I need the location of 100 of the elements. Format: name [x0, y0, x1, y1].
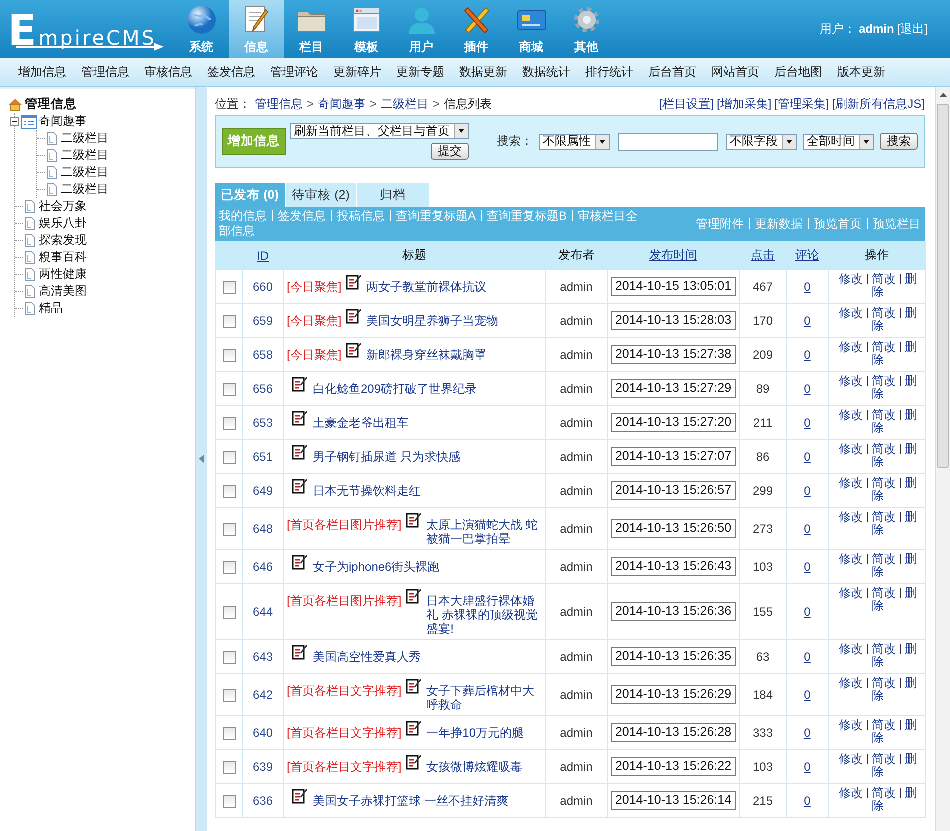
- nav-tab[interactable]: 商城: [504, 0, 559, 58]
- nav-tab[interactable]: 用户: [394, 0, 449, 58]
- field-select[interactable]: 不限字段: [726, 134, 797, 150]
- tree-item[interactable]: 探索发现: [39, 232, 87, 249]
- attribute-select[interactable]: 不限属性: [539, 134, 610, 150]
- menu-link[interactable]: 网站首页: [704, 64, 767, 80]
- menu-link[interactable]: 版本更新: [830, 64, 893, 80]
- search-button[interactable]: 搜索: [880, 133, 918, 150]
- title-link[interactable]: 日本大肆盛行裸体婚礼 赤裸裸的顶级视觉盛宴!: [426, 594, 542, 636]
- comments-link[interactable]: 0: [804, 604, 811, 618]
- menu-link[interactable]: 更新碎片: [326, 64, 389, 80]
- comments-link[interactable]: 0: [804, 650, 811, 664]
- tree-item[interactable]: 二级栏目: [61, 130, 109, 147]
- title-link[interactable]: 两女子教堂前裸体抗议: [366, 280, 542, 294]
- tab[interactable]: 待审核 (2): [286, 183, 357, 207]
- time-field[interactable]: 2014-10-13 15:26:43: [611, 557, 736, 576]
- row-checkbox[interactable]: [222, 760, 236, 774]
- top-link[interactable]: [刷新所有信息JS]: [832, 96, 925, 110]
- title-link[interactable]: 女孩微博炫耀吸毒: [426, 760, 542, 774]
- refresh-select[interactable]: 刷新当前栏目、父栏目与首页: [290, 123, 469, 139]
- column-header-link[interactable]: 发布时间: [650, 248, 698, 262]
- row-checkbox[interactable]: [222, 484, 236, 498]
- row-checkbox[interactable]: [222, 348, 236, 362]
- tree-item[interactable]: 糗事百科: [39, 249, 87, 266]
- menu-link[interactable]: 更新专题: [389, 64, 452, 80]
- menu-link[interactable]: 签发信息: [200, 64, 263, 80]
- title-link[interactable]: 太原上演猫蛇大战 蛇被猫一巴掌拍晕: [426, 518, 542, 546]
- menu-link[interactable]: 后台首页: [641, 64, 704, 80]
- tree-item[interactable]: 高清美图: [39, 283, 87, 300]
- comments-link[interactable]: 0: [804, 726, 811, 740]
- column-header-link[interactable]: ID: [257, 248, 269, 262]
- tree-item[interactable]: 奇闻趣事: [39, 113, 87, 130]
- row-checkbox[interactable]: [222, 450, 236, 464]
- time-field[interactable]: 2014-10-15 13:05:01: [611, 277, 736, 296]
- time-field[interactable]: 2014-10-13 15:26:50: [611, 519, 736, 538]
- time-field[interactable]: 2014-10-13 15:26:35: [611, 647, 736, 666]
- row-checkbox[interactable]: [222, 560, 236, 574]
- time-field[interactable]: 2014-10-13 15:27:20: [611, 413, 736, 432]
- comments-link[interactable]: 0: [804, 794, 811, 808]
- row-checkbox[interactable]: [222, 794, 236, 808]
- time-field[interactable]: 2014-10-13 15:26:36: [611, 602, 736, 621]
- row-checkbox[interactable]: [222, 688, 236, 702]
- menu-link[interactable]: 增加信息: [11, 64, 74, 80]
- breadcrumb-link[interactable]: 奇闻趣事: [318, 96, 366, 110]
- row-checkbox[interactable]: [222, 314, 236, 328]
- tree-item[interactable]: 二级栏目: [61, 164, 109, 181]
- menu-link[interactable]: 数据更新: [452, 64, 515, 80]
- time-field[interactable]: 2014-10-13 15:26:22: [611, 757, 736, 776]
- scrollbar-thumb[interactable]: [937, 104, 949, 468]
- comments-link[interactable]: 0: [804, 760, 811, 774]
- tree-item[interactable]: 精品: [39, 300, 63, 317]
- time-field[interactable]: 2014-10-13 15:27:07: [611, 447, 736, 466]
- time-field[interactable]: 2014-10-13 15:26:29: [611, 685, 736, 704]
- menu-link[interactable]: 后台地图: [767, 64, 830, 80]
- row-checkbox[interactable]: [222, 280, 236, 294]
- menu-link[interactable]: 数据统计: [515, 64, 578, 80]
- comments-link[interactable]: 0: [804, 450, 811, 464]
- row-checkbox[interactable]: [222, 726, 236, 740]
- title-link[interactable]: 一年挣10万元的腿: [426, 726, 542, 740]
- time-field[interactable]: 2014-10-13 15:27:38: [611, 345, 736, 364]
- row-checkbox[interactable]: [222, 522, 236, 536]
- time-field[interactable]: 2014-10-13 15:26:28: [611, 723, 736, 742]
- comments-link[interactable]: 0: [804, 280, 811, 294]
- nav-tab[interactable]: 模板: [339, 0, 394, 58]
- row-checkbox[interactable]: [222, 382, 236, 396]
- nav-tab[interactable]: 其他: [559, 0, 614, 58]
- tree-root[interactable]: 管理信息: [25, 96, 77, 113]
- comments-link[interactable]: 0: [804, 348, 811, 362]
- comments-link[interactable]: 0: [804, 382, 811, 396]
- breadcrumb-link[interactable]: 二级栏目: [381, 96, 430, 110]
- comments-link[interactable]: 0: [804, 416, 811, 430]
- comments-link[interactable]: 0: [804, 688, 811, 702]
- search-field[interactable]: [618, 132, 718, 150]
- comments-link[interactable]: 0: [804, 522, 811, 536]
- menu-link[interactable]: 排行统计: [578, 64, 641, 80]
- time-field[interactable]: 2014-10-13 15:28:03: [611, 311, 736, 330]
- row-checkbox[interactable]: [222, 650, 236, 664]
- top-link[interactable]: [管理采集]: [774, 96, 830, 110]
- comments-link[interactable]: 0: [804, 560, 811, 574]
- tree-item[interactable]: 二级栏目: [61, 147, 109, 164]
- menu-link[interactable]: 管理评论: [263, 64, 326, 80]
- comments-link[interactable]: 0: [804, 314, 811, 328]
- top-link[interactable]: [栏目设置]: [659, 96, 714, 110]
- scroll-up-icon[interactable]: [940, 92, 946, 96]
- tree-item[interactable]: 二级栏目: [61, 181, 109, 198]
- tree-item[interactable]: 娱乐八卦: [39, 215, 87, 232]
- time-field[interactable]: 2014-10-13 15:27:29: [611, 379, 736, 398]
- row-checkbox[interactable]: [222, 416, 236, 430]
- comments-link[interactable]: 0: [804, 484, 811, 498]
- nav-tab[interactable]: 插件: [449, 0, 504, 58]
- menu-link[interactable]: 审核信息: [137, 64, 200, 80]
- time-field[interactable]: 2014-10-13 15:26:14: [611, 791, 736, 810]
- row-checkbox[interactable]: [222, 606, 236, 619]
- menu-link[interactable]: 管理信息: [74, 64, 137, 80]
- submit-button[interactable]: 提交: [431, 143, 469, 160]
- time-select[interactable]: 全部时间: [803, 134, 874, 150]
- title-link[interactable]: 新郎裸身穿丝袜戴胸罩: [366, 348, 542, 362]
- breadcrumb-link[interactable]: 管理信息: [255, 96, 303, 110]
- nav-tab[interactable]: 系统: [174, 0, 229, 58]
- tab[interactable]: 归档: [357, 183, 430, 207]
